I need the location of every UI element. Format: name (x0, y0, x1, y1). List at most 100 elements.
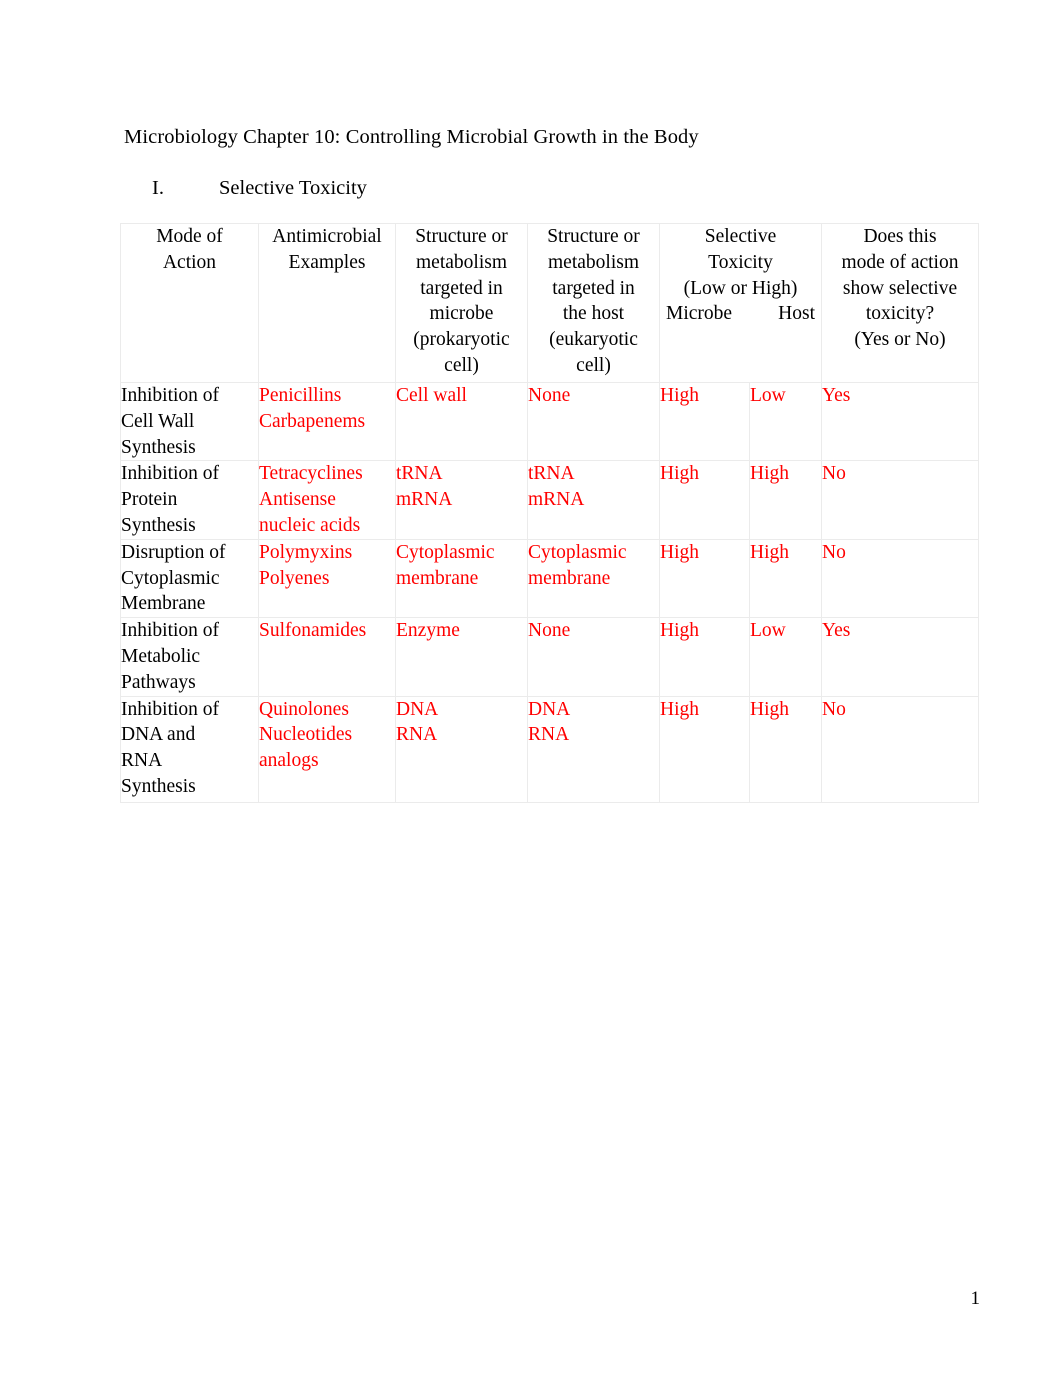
cell-line: membrane (396, 567, 479, 589)
header-line: show selective (842, 277, 958, 299)
header-line: cell) (576, 354, 611, 376)
outline-label: Selective Toxicity (219, 177, 367, 199)
cell-selective-answer: Yes (821, 617, 979, 697)
cell-mode-of-action: Inhibition of DNA and RNA Synthesis (120, 695, 259, 803)
cell-line: Protein (121, 489, 178, 511)
cell-line: Cell Wall (121, 410, 195, 432)
cell-microbe-target: Cytoplasmic membrane (395, 538, 528, 619)
cell-line: Antisense (259, 489, 336, 511)
cell-mode-of-action: Inhibition of Metabolic Pathways (120, 617, 259, 697)
cell-line: mRNA (528, 489, 585, 511)
document-page: Microbiology Chapter 10: Controlling Mic… (0, 0, 1062, 1377)
cell-toxicity-microbe: High (659, 617, 750, 697)
cell-microbe-target: Cell wall (395, 381, 528, 462)
cell-toxicity-host: Low (749, 381, 822, 462)
header-line: Structure or (415, 226, 508, 247)
cell-line: Cytoplasmic (121, 567, 220, 589)
header-line: the host (562, 303, 625, 325)
header-antimicrobial-examples: Antimicrobial Examples (258, 223, 396, 383)
header-line: toxicity? (865, 303, 935, 325)
header-selective-question: Does this mode of action show selective … (821, 223, 979, 383)
cell-line: Tetracyclines (259, 463, 363, 485)
header-line: Toxicity (708, 251, 773, 273)
table-body: Inhibition of Cell Wall Synthesis Penici… (120, 381, 979, 803)
cell-line: Cell wall (396, 385, 467, 406)
header-line: Examples (288, 251, 366, 273)
cell-toxicity-host: Low (749, 617, 822, 697)
header-host-target: Structure or metabolism targeted in the … (527, 223, 660, 383)
cell-selective-answer: Yes (821, 381, 979, 462)
cell-toxicity-host: High (749, 538, 822, 619)
cell-line: Carbapenems (259, 410, 366, 432)
header-line: (prokaryotic (413, 329, 510, 351)
outline-heading: I. Selective Toxicity (124, 175, 367, 201)
cell-line: mRNA (396, 489, 453, 511)
cell-line: Nucleotides (259, 724, 353, 746)
cell-host-target: tRNA mRNA (527, 460, 660, 540)
cell-microbe-target: DNA RNA (395, 695, 528, 803)
cell-line: Cytoplasmic (396, 541, 495, 563)
outline-number: I. (152, 177, 164, 199)
cell-line: DNA (396, 698, 439, 720)
cell-line: Membrane (121, 593, 206, 615)
cell-microbe-target: Enzyme (395, 617, 528, 697)
cell-line: RNA (121, 750, 163, 772)
header-microbe-target: Structure or metabolism targeted in micr… (395, 223, 528, 383)
cell-host-target: Cytoplasmic membrane (527, 538, 660, 619)
cell-line: tRNA (528, 463, 575, 485)
cell-toxicity-host: High (749, 460, 822, 540)
table-row: Inhibition of Protein Synthesis Tetracyc… (120, 460, 979, 540)
header-mode-of-action: Mode of Action (120, 223, 259, 383)
table-header-row: Mode of Action Antimicrobial Examples St… (120, 223, 979, 383)
cell-line: None (528, 620, 571, 642)
cell-line: DNA (528, 698, 571, 720)
table-row: Inhibition of Metabolic Pathways Sulfona… (120, 617, 979, 697)
header-selective-toxicity: Selective Toxicity (Low or High) Microbe… (659, 223, 822, 383)
cell-line: Inhibition of (121, 698, 220, 720)
cell-toxicity-microbe: High (659, 460, 750, 540)
cell-line: tRNA (396, 463, 443, 485)
header-line: Antimicrobial (272, 226, 382, 247)
cell-line: Polymyxins (259, 541, 353, 563)
selective-toxicity-table: Mode of Action Antimicrobial Examples St… (120, 223, 979, 803)
cell-line: Pathways (121, 671, 196, 693)
header-line: cell) (444, 354, 479, 376)
cell-line: RNA (396, 724, 438, 746)
selective-toxicity-table-wrapper: Mode of Action Antimicrobial Examples St… (120, 223, 979, 803)
table-row: Inhibition of DNA and RNA Synthesis Quin… (120, 695, 979, 803)
header-sub-host: Host (778, 303, 815, 325)
cell-examples: Penicillins Carbapenems (258, 381, 396, 462)
cell-line: Enzyme (396, 620, 460, 642)
cell-line: Polyenes (259, 567, 330, 589)
table-row: Disruption of Cytoplasmic Membrane Polym… (120, 538, 979, 619)
header-line: (Yes or No) (854, 329, 946, 351)
header-line: Structure or (547, 226, 640, 247)
cell-line: Metabolic (121, 645, 201, 667)
table-header: Mode of Action Antimicrobial Examples St… (120, 223, 979, 383)
header-line: Mode of (156, 226, 223, 247)
page-title: Microbiology Chapter 10: Controlling Mic… (124, 126, 699, 148)
cell-microbe-target: tRNA mRNA (395, 460, 528, 540)
cell-examples: Sulfonamides (258, 617, 396, 697)
header-line: targeted in (420, 277, 503, 299)
header-line: mode of action (841, 251, 959, 273)
cell-examples: Polymyxins Polyenes (258, 538, 396, 619)
cell-line: RNA (528, 724, 570, 746)
cell-line: Synthesis (121, 775, 196, 797)
cell-selective-answer: No (821, 695, 979, 803)
cell-host-target: DNA RNA (527, 695, 660, 803)
cell-line: Cytoplasmic (528, 541, 627, 563)
cell-examples: Quinolones Nucleotides analogs (258, 695, 396, 803)
cell-line: Inhibition of (121, 385, 220, 406)
header-line: metabolism (416, 251, 507, 273)
cell-line: membrane (528, 567, 611, 589)
cell-line: Synthesis (121, 514, 196, 536)
header-line: Action (162, 251, 217, 273)
cell-mode-of-action: Disruption of Cytoplasmic Membrane (120, 538, 259, 619)
cell-selective-answer: No (821, 538, 979, 619)
cell-examples: Tetracyclines Antisense nucleic acids (258, 460, 396, 540)
page-number: 1 (970, 1288, 981, 1309)
cell-line: None (528, 385, 571, 406)
cell-mode-of-action: Inhibition of Cell Wall Synthesis (120, 381, 259, 462)
cell-line: Inhibition of (121, 620, 220, 642)
